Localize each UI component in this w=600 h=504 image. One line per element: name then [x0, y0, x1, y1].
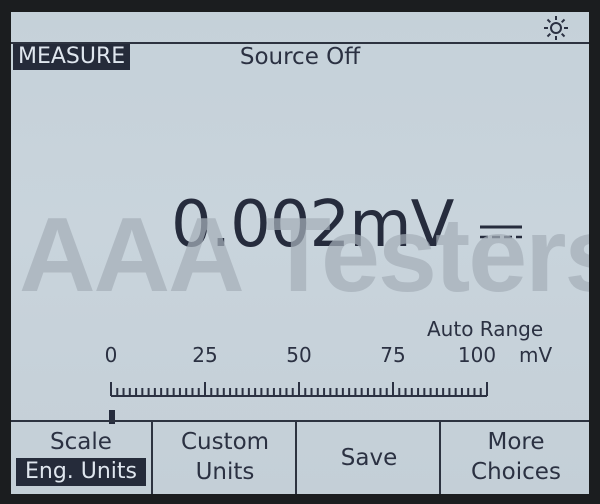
scale-tick-label: 25: [192, 343, 218, 367]
range-label: Auto Range: [427, 317, 544, 341]
softkey-selected-option: Eng. Units: [16, 458, 146, 486]
status-bar: [11, 12, 589, 44]
scale-tick-label: 50: [286, 343, 312, 367]
instrument-display: Source Off MEASURE 0.002mV Auto Range 0 …: [11, 12, 589, 494]
softkey-label: Units: [195, 459, 255, 485]
scale-softkey[interactable]: Scale Eng. Units: [11, 422, 153, 494]
softkey-label: Scale: [50, 429, 112, 455]
measurement-reading: 0.002mV: [171, 188, 454, 262]
custom-units-softkey[interactable]: Custom Units: [155, 422, 297, 494]
mode-bar: Source Off MEASURE: [11, 42, 589, 74]
softkey-label: Save: [340, 445, 398, 471]
softkey-label: Custom: [180, 429, 270, 455]
analog-bar-graph: [109, 382, 488, 424]
scale-tick-label: 0: [104, 343, 118, 367]
reading-unit: mV: [349, 188, 454, 262]
softkey-row: Scale Eng. Units Custom Units Save More …: [11, 420, 589, 494]
save-softkey[interactable]: Save: [299, 422, 441, 494]
mode-label: MEASURE: [13, 44, 131, 70]
softkey-label: More: [487, 429, 545, 455]
more-choices-softkey[interactable]: More Choices: [443, 422, 589, 494]
dc-symbol-icon: [480, 225, 522, 239]
sun-icon[interactable]: [543, 15, 569, 41]
softkey-label: Choices: [471, 459, 561, 485]
scale-tick-label: 75: [380, 343, 406, 367]
reading-value: 0.002: [171, 188, 350, 262]
scale-unit-label: mV: [519, 343, 553, 367]
scale-tick-label: 100: [457, 343, 497, 367]
